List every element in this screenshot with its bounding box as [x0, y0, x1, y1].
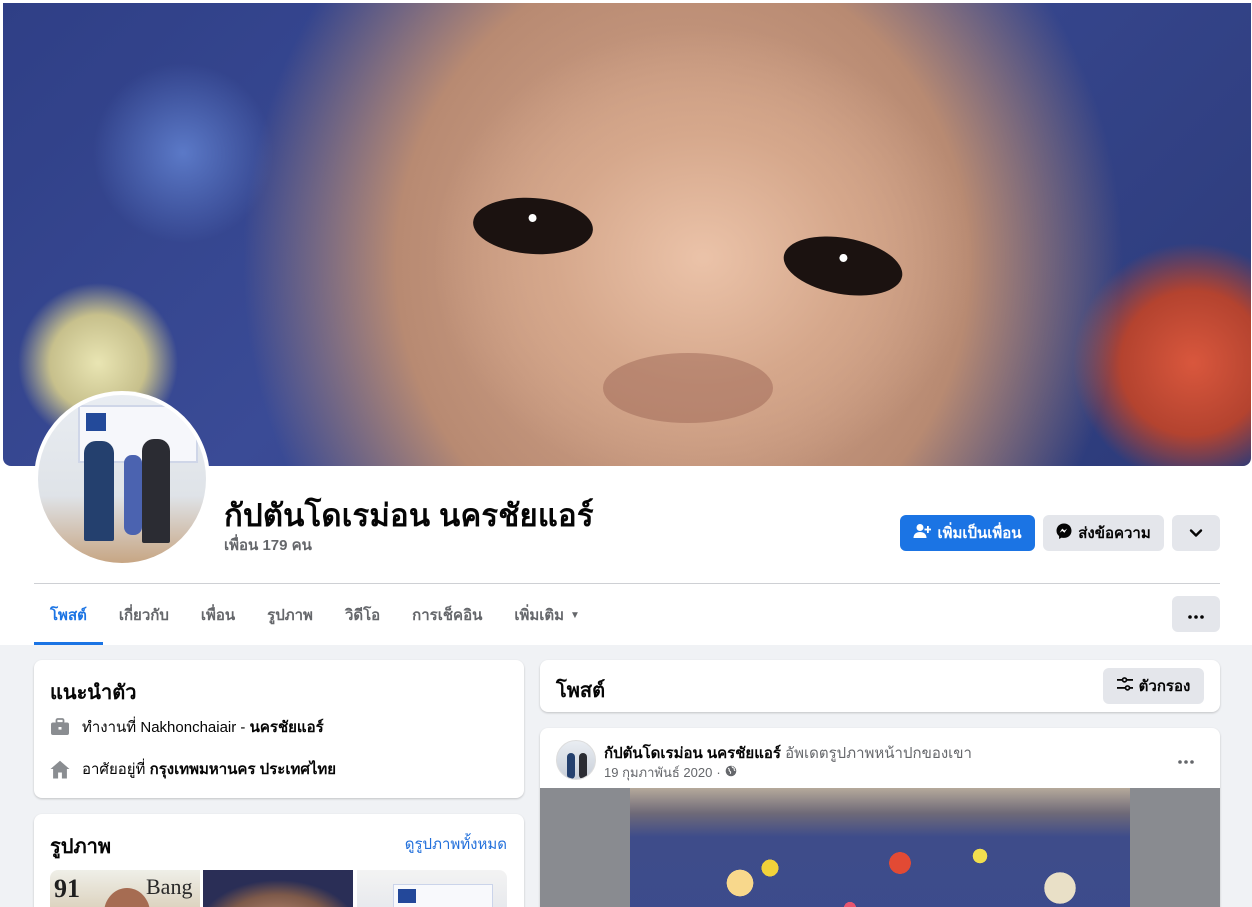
avatar-person	[84, 441, 114, 541]
chevron-down-icon	[1189, 525, 1203, 542]
tab-posts[interactable]: โพสต์	[34, 585, 103, 645]
see-all-photos-link[interactable]: ดูรูปภาพทั้งหมด	[405, 832, 507, 856]
tab-label: โพสต์	[50, 607, 87, 624]
post-image-frame	[540, 788, 1220, 907]
home-icon	[50, 759, 70, 779]
cover-eye-right	[779, 228, 907, 304]
avatar-person	[579, 753, 587, 779]
post-action-text: อัพเดตรูปภาพหน้าปกของเขา	[780, 745, 972, 762]
tab-about[interactable]: เกี่ยวกับ	[103, 585, 185, 645]
cover-eye-left	[471, 193, 595, 259]
intro-home-place[interactable]: กรุงเทพมหานคร ประเทศไทย	[150, 761, 336, 778]
message-label: ส่งข้อความ	[1078, 525, 1151, 542]
photo-thumbnail[interactable]	[357, 870, 507, 907]
profile-tabs: โพสต์ เกี่ยวกับ เพื่อน รูปภาพ วิดีโอ การ…	[34, 585, 596, 645]
intro-work-row: ทำงานที่ Nakhonchaiair - นครชัยแอร์	[50, 715, 324, 739]
photo-thumbnail[interactable]: 91 Bang	[50, 870, 200, 907]
tab-label: รูปภาพ	[267, 607, 313, 624]
tab-label: เกี่ยวกับ	[118, 607, 169, 624]
profile-picture-image	[38, 395, 206, 563]
post-date[interactable]: 19 กุมภาพันธ์ 2020	[604, 762, 712, 783]
more-options-button[interactable]	[1172, 596, 1220, 632]
header-divider	[34, 583, 1220, 584]
filter-icon	[1116, 677, 1133, 695]
photos-card: รูปภาพ ดูรูปภาพทั้งหมด 91 Bang	[34, 814, 524, 907]
more-dots-icon	[1188, 606, 1204, 623]
filter-label: ตัวกรอง	[1138, 678, 1191, 695]
profile-header: กัปตันโดเรม่อน นครชัยแอร์ เพื่อน 179 คน …	[0, 0, 1252, 645]
profile-picture[interactable]	[34, 391, 210, 567]
post-author-avatar[interactable]	[556, 740, 596, 780]
intro-work-prefix: ทำงานที่ Nakhonchaiair -	[82, 719, 250, 736]
posts-header-card: โพสต์ ตัวกรอง	[540, 660, 1220, 712]
tab-more[interactable]: เพิ่มเติม ▼	[498, 585, 596, 645]
person-plus-icon	[913, 523, 932, 543]
globe-icon[interactable]	[725, 765, 737, 780]
intro-home-prefix: อาศัยอยู่ที่	[82, 761, 150, 778]
post-photo[interactable]	[630, 788, 1130, 907]
posts-title: โพสต์	[556, 680, 606, 702]
tab-friends[interactable]: เพื่อน	[185, 585, 251, 645]
filter-button[interactable]: ตัวกรอง	[1103, 668, 1204, 704]
intro-title: แนะนำตัว	[50, 682, 137, 704]
profile-options-button[interactable]	[1172, 515, 1220, 551]
intro-home-row: อาศัยอยู่ที่ กรุงเทพมหานคร ประเทศไทย	[50, 757, 336, 781]
post-meta: 19 กุมภาพันธ์ 2020 ·	[604, 762, 737, 783]
more-dots-icon	[1178, 751, 1194, 769]
cover-photo[interactable]	[3, 3, 1251, 466]
caret-down-icon: ▼	[570, 609, 580, 621]
photos-title: รูปภาพ	[50, 836, 112, 858]
cover-nose	[603, 353, 773, 423]
thumb-text: 91	[54, 874, 80, 903]
intro-work-text: ทำงานที่ Nakhonchaiair - นครชัยแอร์	[82, 715, 324, 739]
post-options-button[interactable]	[1168, 742, 1204, 778]
friend-count[interactable]: เพื่อน 179 คน	[224, 533, 312, 557]
tab-label: เพื่อน	[200, 607, 236, 624]
post-author-name[interactable]: กัปตันโดเรม่อน นครชัยแอร์	[604, 745, 781, 762]
tab-checkins[interactable]: การเช็คอิน	[396, 585, 498, 645]
avatar-person	[142, 439, 170, 543]
avatar-person	[124, 455, 142, 535]
post-card: กัปตันโดเรม่อน นครชัยแอร์ อัพเดตรูปภาพหน…	[540, 728, 1220, 907]
tab-videos[interactable]: วิดีโอ	[329, 585, 396, 645]
tab-label: เพิ่มเติม	[514, 607, 565, 624]
message-button[interactable]: ส่งข้อความ	[1043, 515, 1164, 551]
avatar-person	[567, 753, 575, 779]
intro-card: แนะนำตัว ทำงานที่ Nakhonchaiair - นครชัย…	[34, 660, 524, 798]
intro-home-text: อาศัยอยู่ที่ กรุงเทพมหานคร ประเทศไทย	[82, 757, 336, 781]
add-friend-button[interactable]: เพิ่มเป็นเพื่อน	[900, 515, 1035, 551]
meta-separator: ·	[716, 765, 721, 780]
briefcase-icon	[50, 717, 70, 737]
messenger-icon	[1056, 523, 1072, 543]
thumb-face	[104, 888, 150, 907]
intro-work-place[interactable]: นครชัยแอร์	[250, 719, 324, 736]
thumb-text: Bang	[146, 874, 193, 899]
tab-label: การเช็คอิน	[412, 607, 483, 624]
add-friend-label: เพิ่มเป็นเพื่อน	[937, 525, 1022, 542]
tab-label: วิดีโอ	[344, 607, 381, 624]
tab-photos[interactable]: รูปภาพ	[251, 585, 329, 645]
photo-thumbnail[interactable]	[203, 870, 353, 907]
thumb-sign	[393, 884, 493, 907]
